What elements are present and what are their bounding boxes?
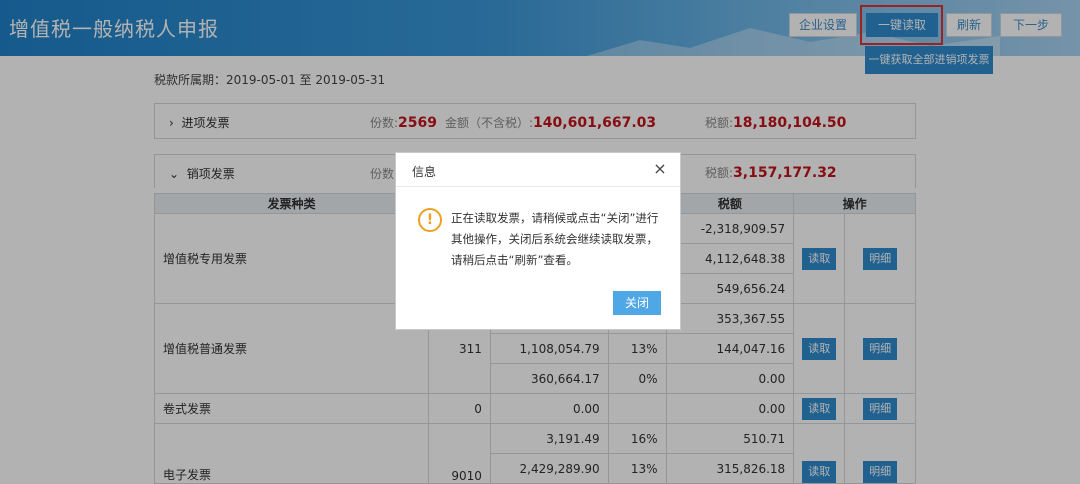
info-dialog: 信息 × ! 正在读取发票，请稍候或点击“关闭”进行其他操作，关闭后系统会继续读… [395,152,681,330]
close-icon[interactable]: × [652,161,668,177]
dialog-close-button[interactable]: 关闭 [613,291,661,315]
modal-backdrop-header [0,0,1080,56]
warning-icon: ! [418,208,442,232]
dialog-message: 正在读取发票，请稍候或点击“关闭”进行其他操作，关闭后系统会继续读取发票，请稍后… [451,211,659,267]
dialog-title: 信息 [412,165,437,179]
dialog-header: 信息 × [396,153,680,187]
